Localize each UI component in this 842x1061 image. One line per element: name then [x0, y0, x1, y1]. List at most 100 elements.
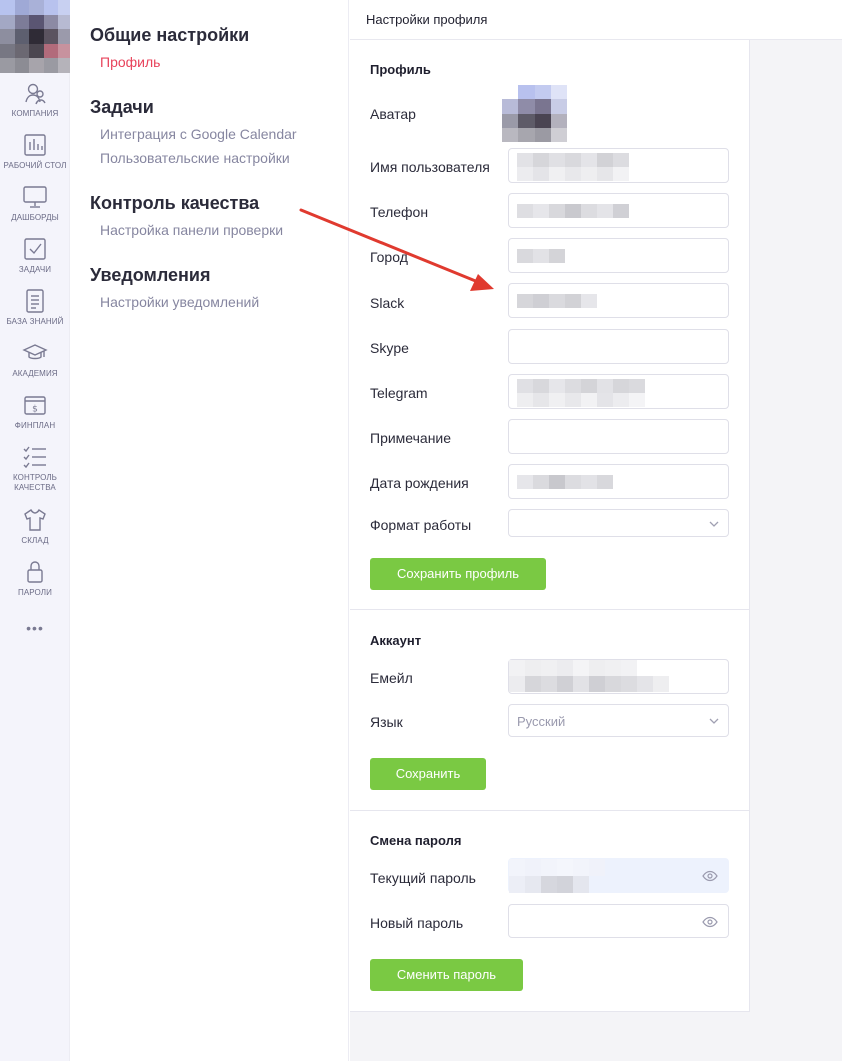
redacted-value — [517, 294, 597, 308]
redacted-value — [517, 204, 629, 218]
redacted-value — [517, 249, 565, 263]
eye-icon[interactable] — [702, 916, 718, 928]
nav-group-notifications: Уведомления Настройки уведомлений — [90, 264, 259, 314]
language-value: Русский — [517, 714, 566, 729]
field-label-telegram: Telegram — [370, 385, 428, 401]
field-label-slack: Slack — [370, 295, 405, 311]
sidebar-item-label: РАБОЧИЙ СТОЛ — [3, 161, 67, 170]
monitor-icon — [23, 186, 47, 208]
nav-link-review-panel[interactable]: Настройка панели проверки — [100, 218, 283, 242]
profile-avatar-image[interactable] — [502, 85, 567, 142]
sidebar-item-finplan[interactable]: $ ФИНПЛАН — [0, 392, 70, 431]
redacted-value — [517, 153, 629, 181]
city-field[interactable] — [508, 238, 729, 273]
icon-rail: КОМПАНИЯ РАБОЧИЙ СТОЛ ДАШБОРДЫ ЗАДАЧИ БА… — [0, 0, 73, 1061]
lock-icon — [27, 561, 43, 583]
field-label-note: Примечание — [370, 430, 452, 446]
sidebar-item-warehouse[interactable]: СКЛАД — [0, 507, 70, 546]
user-avatar[interactable] — [0, 0, 73, 73]
section-title-account: Аккаунт — [370, 633, 422, 648]
tshirt-icon — [24, 508, 46, 531]
nav-group-title: Уведомления — [90, 265, 211, 285]
field-label-username: Имя пользователя — [370, 159, 490, 175]
redacted-value — [517, 475, 613, 489]
chart-bars-icon — [24, 134, 46, 156]
new-password-field[interactable] — [508, 904, 729, 938]
chevron-down-icon — [709, 521, 719, 527]
skype-field[interactable] — [508, 329, 729, 364]
current-password-field[interactable] — [508, 858, 729, 893]
email-field[interactable] — [508, 659, 729, 694]
page-title: Настройки профиля — [366, 12, 488, 27]
field-label-skype: Skype — [370, 340, 409, 356]
save-account-button[interactable]: Сохранить — [370, 758, 486, 790]
chevron-down-icon — [709, 718, 719, 724]
nav-link-profile[interactable]: Профиль — [100, 50, 249, 74]
sidebar-item-label: КОМПАНИЯ — [11, 109, 59, 118]
username-field[interactable] — [508, 148, 729, 183]
graduation-cap-icon — [22, 344, 48, 360]
sidebar-item-label: ЗАДАЧИ — [18, 265, 52, 274]
phone-field[interactable] — [508, 193, 729, 228]
nav-group-title: Общие настройки — [90, 25, 250, 45]
sidebar-item-quality-control[interactable]: КОНТРОЛЬ КАЧЕСТВА — [0, 444, 70, 493]
birthdate-field[interactable] — [508, 464, 729, 499]
change-password-button[interactable]: Сменить пароль — [370, 959, 523, 991]
field-label-phone: Телефон — [370, 204, 429, 220]
field-label-current-password: Текущий пароль — [370, 870, 476, 886]
sidebar-item-label: БАЗА ЗНАНИЙ — [6, 317, 64, 326]
work-format-select[interactable] — [508, 509, 729, 537]
field-label-language: Язык — [370, 714, 403, 730]
save-profile-button[interactable]: Сохранить профиль — [370, 558, 546, 590]
sidebar-item-label: ДАШБОРДЫ — [11, 213, 59, 222]
sidebar-item-label: ПАРОЛИ — [18, 588, 52, 597]
checkbox-icon — [24, 238, 46, 260]
avatar-label: Аватар — [370, 106, 416, 122]
language-select[interactable]: Русский — [508, 704, 729, 737]
dollar-icon: $ — [24, 396, 46, 415]
sidebar-item-label: АКАДЕМИЯ — [12, 369, 58, 378]
sidebar-item-passwords[interactable]: ПАРОЛИ — [0, 559, 70, 598]
redacted-value — [509, 859, 605, 893]
nav-group-tasks: Задачи Интеграция с Google Calendar Поль… — [90, 96, 297, 170]
more-icon[interactable]: ••• — [0, 620, 70, 636]
section-title-password: Смена пароля — [370, 833, 462, 848]
field-label-new-password: Новый пароль — [370, 915, 464, 931]
company-icon — [25, 83, 46, 105]
sidebar-item-label: КОНТРОЛЬ КАЧЕСТВА — [12, 473, 58, 492]
sidebar-item-dashboards[interactable]: ДАШБОРДЫ — [0, 184, 70, 223]
field-label-birthdate: Дата рождения — [370, 475, 469, 491]
redacted-value — [509, 660, 685, 692]
sidebar-item-label: СКЛАД — [21, 536, 49, 545]
slack-field[interactable] — [508, 283, 729, 318]
telegram-field[interactable] — [508, 374, 729, 409]
field-label-email: Емейл — [370, 670, 413, 686]
sidebar-item-academy[interactable]: АКАДЕМИЯ — [0, 340, 70, 379]
section-divider — [350, 810, 749, 811]
eye-icon[interactable] — [702, 870, 718, 882]
nav-group-title: Контроль качества — [90, 193, 260, 213]
nav-group-title: Задачи — [90, 97, 154, 117]
field-label-work-format: Формат работы — [370, 517, 472, 533]
section-divider — [350, 609, 749, 610]
nav-group-quality: Контроль качества Настройка панели прове… — [90, 192, 283, 242]
sidebar-item-knowledge-base[interactable]: БАЗА ЗНАНИЙ — [0, 288, 70, 327]
sidebar-item-company[interactable]: КОМПАНИЯ — [0, 80, 70, 119]
sidebar-item-label: ФИНПЛАН — [14, 421, 56, 430]
redacted-value — [517, 379, 645, 407]
page-header: Настройки профиля — [350, 0, 842, 40]
nav-link-user-settings[interactable]: Пользовательские настройки — [100, 146, 297, 170]
sidebar-item-desktop[interactable]: РАБОЧИЙ СТОЛ — [0, 132, 70, 171]
nav-link-notification-settings[interactable]: Настройки уведомлений — [100, 290, 259, 314]
section-title-profile: Профиль — [370, 62, 431, 77]
profile-settings-panel: Профиль Аватар Имя пользователя Телефон … — [350, 40, 750, 1012]
nav-group-general: Общие настройки Профиль — [90, 24, 249, 74]
nav-link-google-calendar[interactable]: Интеграция с Google Calendar — [100, 122, 297, 146]
note-field[interactable] — [508, 419, 729, 454]
document-icon — [26, 289, 44, 313]
field-label-city: Город — [370, 249, 408, 265]
settings-nav: Общие настройки Профиль Задачи Интеграци… — [70, 0, 349, 1061]
checklist-icon — [23, 446, 46, 469]
svg-text:$: $ — [32, 405, 38, 415]
sidebar-item-tasks[interactable]: ЗАДАЧИ — [0, 236, 70, 275]
